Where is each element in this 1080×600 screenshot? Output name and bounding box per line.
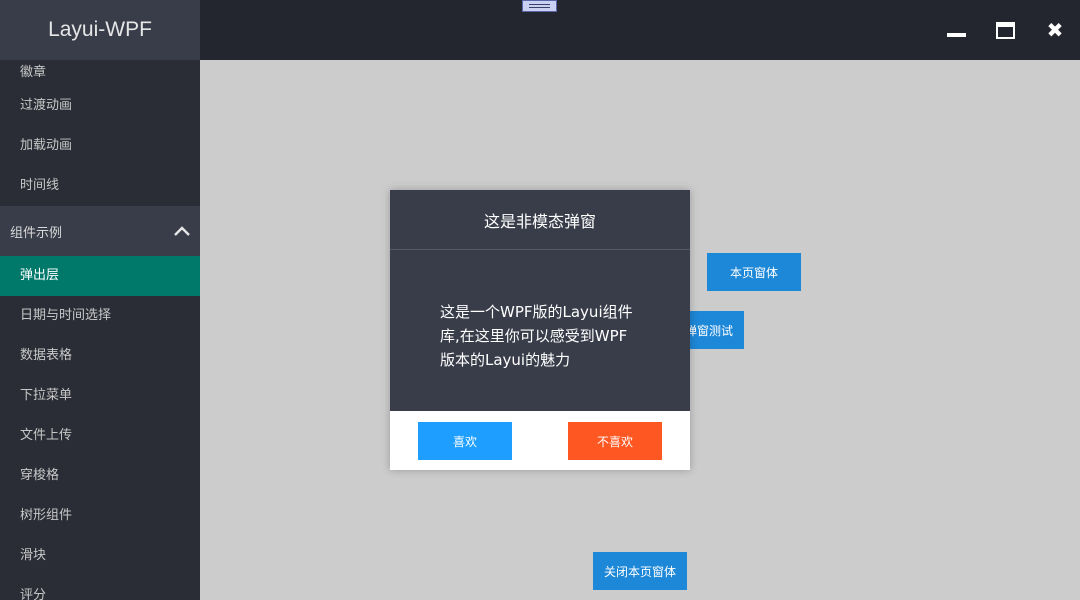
close-icon: ✖ <box>1046 18 1064 42</box>
sidebar-item-transfer[interactable]: 穿梭格 <box>0 456 200 496</box>
maximize-button[interactable] <box>989 14 1021 46</box>
minimize-button[interactable] <box>940 14 972 46</box>
minimize-icon <box>946 33 966 37</box>
dialog-footer: 喜欢 不喜欢 <box>390 411 690 470</box>
modeless-dialog: 这是非模态弹窗 这是一个WPF版的Layui组件库,在这里你可以感受到WPF版本… <box>390 190 690 470</box>
dialog-title[interactable]: 这是非模态弹窗 <box>390 190 690 250</box>
sidebar-item-tree[interactable]: 树形组件 <box>0 496 200 536</box>
close-button[interactable]: ✖ <box>1039 14 1071 46</box>
sidebar-group-label: 组件示例 <box>10 225 63 241</box>
maximize-icon <box>995 21 1015 39</box>
sidebar-item-popup[interactable]: 弹出层 <box>0 256 200 296</box>
sidebar-item-loading[interactable]: 加载动画 <box>0 126 200 166</box>
sidebar: 徽章 过渡动画 加载动画 时间线 组件示例 弹出层 日期与时间选择 数据表格 下… <box>0 60 200 600</box>
dialog-message: 这是一个WPF版的Layui组件库,在这里你可以感受到WPF版本的Layui的魅… <box>440 303 633 369</box>
sidebar-item-upload[interactable]: 文件上传 <box>0 416 200 456</box>
sidebar-item-badge[interactable]: 徽章 <box>0 60 200 86</box>
sidebar-item-timeline[interactable]: 时间线 <box>0 166 200 206</box>
page-window-button[interactable]: 本页窗体 <box>707 253 801 291</box>
sidebar-item-dropdown[interactable]: 下拉菜单 <box>0 376 200 416</box>
dislike-button[interactable]: 不喜欢 <box>568 422 662 460</box>
sidebar-group-components[interactable]: 组件示例 <box>0 206 200 256</box>
app-title: Layui-WPF <box>0 0 200 60</box>
sidebar-item-datetime[interactable]: 日期与时间选择 <box>0 296 200 336</box>
sidebar-item-rate[interactable]: 评分 <box>0 576 200 600</box>
close-page-window-button[interactable]: 关闭本页窗体 <box>593 552 687 590</box>
chevron-up-icon <box>174 226 190 236</box>
sidebar-item-datatable[interactable]: 数据表格 <box>0 336 200 376</box>
title-bar: Layui-WPF ✖ <box>0 0 1080 60</box>
like-button[interactable]: 喜欢 <box>418 422 512 460</box>
sidebar-item-slider[interactable]: 滑块 <box>0 536 200 576</box>
drag-handle[interactable] <box>522 0 557 12</box>
sidebar-item-transition[interactable]: 过渡动画 <box>0 86 200 126</box>
